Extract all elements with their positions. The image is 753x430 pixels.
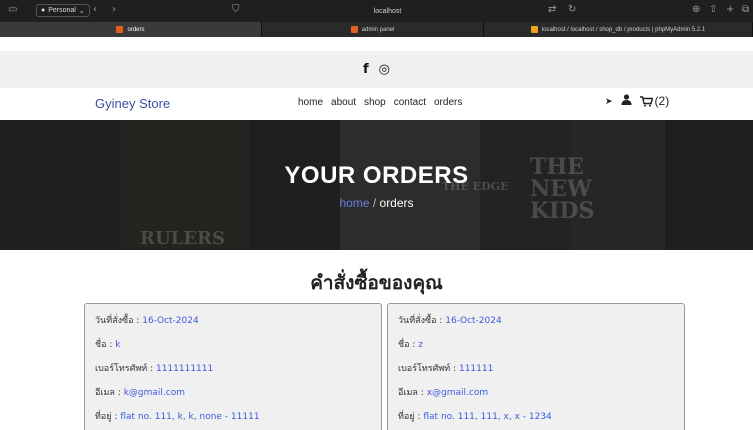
order-name-value: z bbox=[418, 340, 424, 350]
order-name-row: ชื่อ : k bbox=[95, 338, 371, 362]
order-email-label: อีเมล : bbox=[95, 388, 124, 398]
phpmyadmin-favicon bbox=[530, 26, 538, 33]
tab-admin-panel[interactable]: admin panel bbox=[262, 22, 484, 37]
forward-icon[interactable]: › bbox=[112, 4, 116, 15]
breadcrumb-current: orders bbox=[379, 196, 414, 210]
translate-icon[interactable]: ⇄ bbox=[548, 4, 556, 15]
nav-home[interactable]: home bbox=[298, 97, 323, 108]
breadcrumb-home-link[interactable]: home bbox=[339, 196, 369, 210]
person-icon: ● bbox=[41, 7, 46, 14]
order-name-label: ชื่อ : bbox=[398, 340, 419, 350]
order-card: วันที่สั่งซื้อ : 16-Oct-2024 ชื่อ : z เบ… bbox=[387, 303, 685, 430]
order-address-label: ที่อยู่ : bbox=[398, 412, 424, 422]
order-date-value: 16-Oct-2024 bbox=[142, 316, 199, 326]
order-address-row: ที่อยู่ : flat no. 111, k, k, none - 111… bbox=[95, 410, 371, 430]
order-email-row: อีเมล : x@gmail.com bbox=[398, 386, 674, 410]
order-date-value: 16-Oct-2024 bbox=[445, 316, 502, 326]
sidebar-toggle-icon[interactable]: ▭ bbox=[8, 4, 17, 15]
cart-icon bbox=[639, 95, 653, 107]
order-date-row: วันที่สั่งซื้อ : 16-Oct-2024 bbox=[95, 314, 371, 338]
user-icon[interactable] bbox=[621, 94, 632, 108]
order-card: วันที่สั่งซื้อ : 16-Oct-2024 ชื่อ : k เบ… bbox=[84, 303, 382, 430]
order-email-label: อีเมล : bbox=[398, 388, 427, 398]
order-date-label: วันที่สั่งซื้อ : bbox=[398, 316, 446, 326]
cart-button[interactable]: (2) bbox=[639, 94, 670, 108]
order-date-row: วันที่สั่งซื้อ : 16-Oct-2024 bbox=[398, 314, 674, 338]
site-header: Gyiney Store home about shop contact ord… bbox=[0, 88, 753, 120]
hero-banner: RULERS THE EDGE THE NEW KIDS YOUR ORDERS… bbox=[0, 120, 753, 250]
order-email-row: อีเมล : k@gmail.com bbox=[95, 386, 371, 410]
tab-label: admin panel bbox=[361, 26, 395, 33]
nav-contact[interactable]: contact bbox=[394, 97, 426, 108]
order-phone-row: เบอร์โทรศัพท์ : 111111 bbox=[398, 362, 674, 386]
facebook-icon[interactable]: f bbox=[363, 62, 369, 77]
orders-heading: คำสั่งซื้อของคุณ bbox=[310, 272, 443, 294]
tab-label: localhost / localhost / shop_db / produc… bbox=[541, 26, 706, 33]
back-icon[interactable]: ‹ bbox=[93, 4, 97, 15]
site-favicon bbox=[116, 26, 124, 33]
main-nav: home about shop contact orders bbox=[298, 97, 462, 108]
mouse-cursor-icon: ➤ bbox=[605, 95, 613, 106]
header-icons: ➤ (2) bbox=[605, 94, 669, 108]
url-text: localhost bbox=[373, 7, 402, 15]
order-name-label: ชื่อ : bbox=[95, 340, 116, 350]
instagram-icon[interactable]: ◎ bbox=[379, 62, 390, 77]
order-phone-value: 1111111111 bbox=[155, 364, 214, 374]
tab-phpmyadmin[interactable]: localhost / localhost / shop_db / produc… bbox=[484, 22, 753, 37]
profile-label: Personal bbox=[48, 7, 76, 14]
order-phone-label: เบอร์โทรศัพท์ : bbox=[95, 364, 156, 374]
order-email-value: k@gmail.com bbox=[123, 388, 185, 398]
breadcrumb: home / orders bbox=[0, 196, 753, 210]
profile-switcher[interactable]: ● Personal ⌄ bbox=[36, 4, 90, 17]
new-tab-icon[interactable]: + bbox=[726, 4, 734, 15]
download-icon[interactable]: ⊕ bbox=[692, 4, 700, 15]
order-name-value: k bbox=[115, 340, 121, 350]
tab-label: orders bbox=[127, 26, 145, 33]
social-bar: f ◎ bbox=[0, 51, 753, 88]
page-title: YOUR ORDERS bbox=[284, 162, 469, 189]
order-name-row: ชื่อ : z bbox=[398, 338, 674, 362]
book-title-text: RULERS bbox=[140, 228, 225, 249]
nav-shop[interactable]: shop bbox=[364, 97, 386, 108]
order-email-value: x@gmail.com bbox=[426, 388, 489, 398]
cart-count: (2) bbox=[654, 94, 670, 108]
nav-about[interactable]: about bbox=[331, 97, 356, 108]
order-phone-row: เบอร์โทรศัพท์ : 1111111111 bbox=[95, 362, 371, 386]
order-address-label: ที่อยู่ : bbox=[95, 412, 121, 422]
tab-overview-icon[interactable]: ⧉ bbox=[742, 4, 749, 15]
order-date-label: วันที่สั่งซื้อ : bbox=[95, 316, 143, 326]
breadcrumb-separator: / bbox=[369, 196, 380, 210]
order-address-value: flat no. 111, k, k, none - 11111 bbox=[120, 412, 260, 422]
reload-icon[interactable]: ↻ bbox=[568, 4, 576, 15]
order-phone-label: เบอร์โทรศัพท์ : bbox=[398, 364, 459, 374]
store-logo[interactable]: Gyiney Store bbox=[95, 96, 170, 111]
address-bar[interactable]: localhost bbox=[255, 4, 520, 18]
browser-chrome: ▭ ● Personal ⌄ ‹ › ⛉ localhost ⇄ ↻ ⊕ ⇧ +… bbox=[0, 0, 753, 37]
tab-bar: orders admin panel localhost / localhost… bbox=[0, 22, 753, 37]
order-address-row: ที่อยู่ : flat no. 111, 111, x, x - 1234 bbox=[398, 410, 674, 430]
shield-icon[interactable]: ⛉ bbox=[232, 4, 240, 15]
share-icon[interactable]: ⇧ bbox=[709, 4, 717, 15]
tab-orders[interactable]: orders bbox=[0, 22, 262, 37]
site-favicon bbox=[350, 26, 358, 33]
order-address-value: flat no. 111, 111, x, x - 1234 bbox=[423, 412, 552, 422]
chevron-down-icon: ⌄ bbox=[78, 7, 85, 15]
nav-orders[interactable]: orders bbox=[434, 97, 462, 108]
order-phone-value: 111111 bbox=[458, 364, 494, 374]
